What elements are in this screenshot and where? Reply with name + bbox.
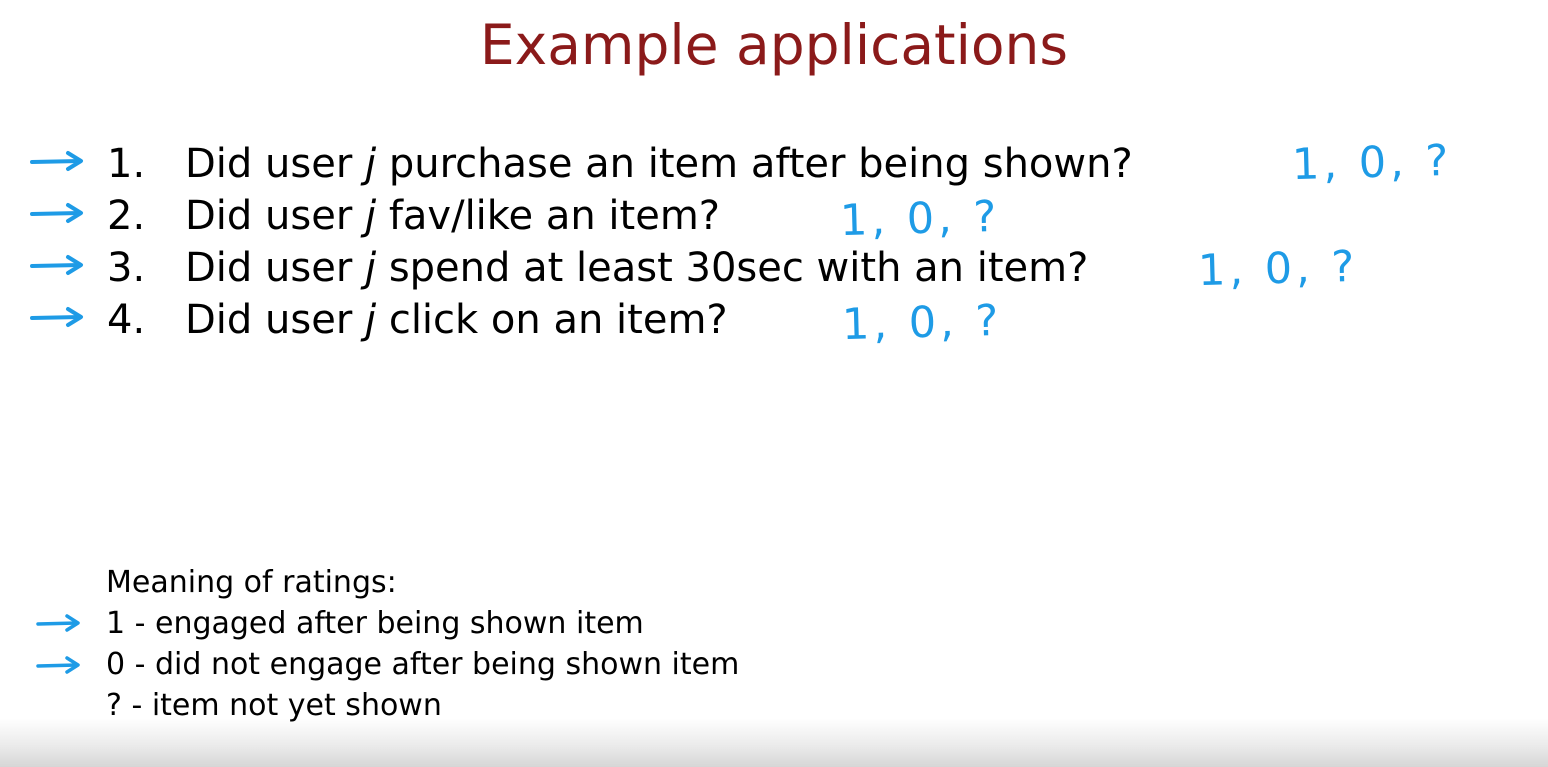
bottom-shade	[0, 718, 1548, 767]
handwritten-values: 1, 0, ?	[1197, 241, 1359, 297]
meaning-item-1: 1 - engaged after being shown item	[106, 606, 644, 641]
arrow-right-icon	[30, 255, 83, 275]
variable-j: j	[364, 297, 377, 343]
question-row-4: 4. Did user j click on an item?	[0, 296, 1548, 348]
handwritten-values: 1, 0, ?	[1291, 135, 1453, 191]
slide-title: Example applications	[479, 13, 1069, 77]
arrow-right-icon	[30, 307, 83, 327]
handwritten-values: 1, 0, ?	[841, 295, 1003, 351]
question-number: 4.	[107, 297, 146, 343]
arrow-right-icon	[30, 203, 83, 223]
question-text: Did user j fav/like an item?	[185, 193, 721, 239]
question-number: 1.	[107, 141, 146, 187]
arrow-right-icon	[36, 656, 80, 674]
question-text: Did user j purchase an item after being …	[185, 141, 1133, 187]
meaning-heading: Meaning of ratings:	[106, 565, 397, 600]
question-text: Did user j click on an item?	[185, 297, 728, 343]
handwritten-values: 1, 0, ?	[839, 191, 1001, 247]
variable-j: j	[364, 193, 377, 239]
arrow-right-icon	[36, 614, 80, 632]
question-text: Did user j spend at least 30sec with an …	[185, 245, 1089, 291]
question-row-2: 2. Did user j fav/like an item?	[0, 192, 1548, 244]
question-number: 3.	[107, 245, 146, 291]
question-number: 2.	[107, 193, 146, 239]
slide: Example applications 1. Did user j purch…	[0, 0, 1548, 767]
meaning-item-0: 0 - did not engage after being shown ite…	[106, 647, 740, 682]
arrow-right-icon	[30, 151, 83, 171]
variable-j: j	[364, 245, 377, 291]
variable-j: j	[364, 141, 377, 187]
